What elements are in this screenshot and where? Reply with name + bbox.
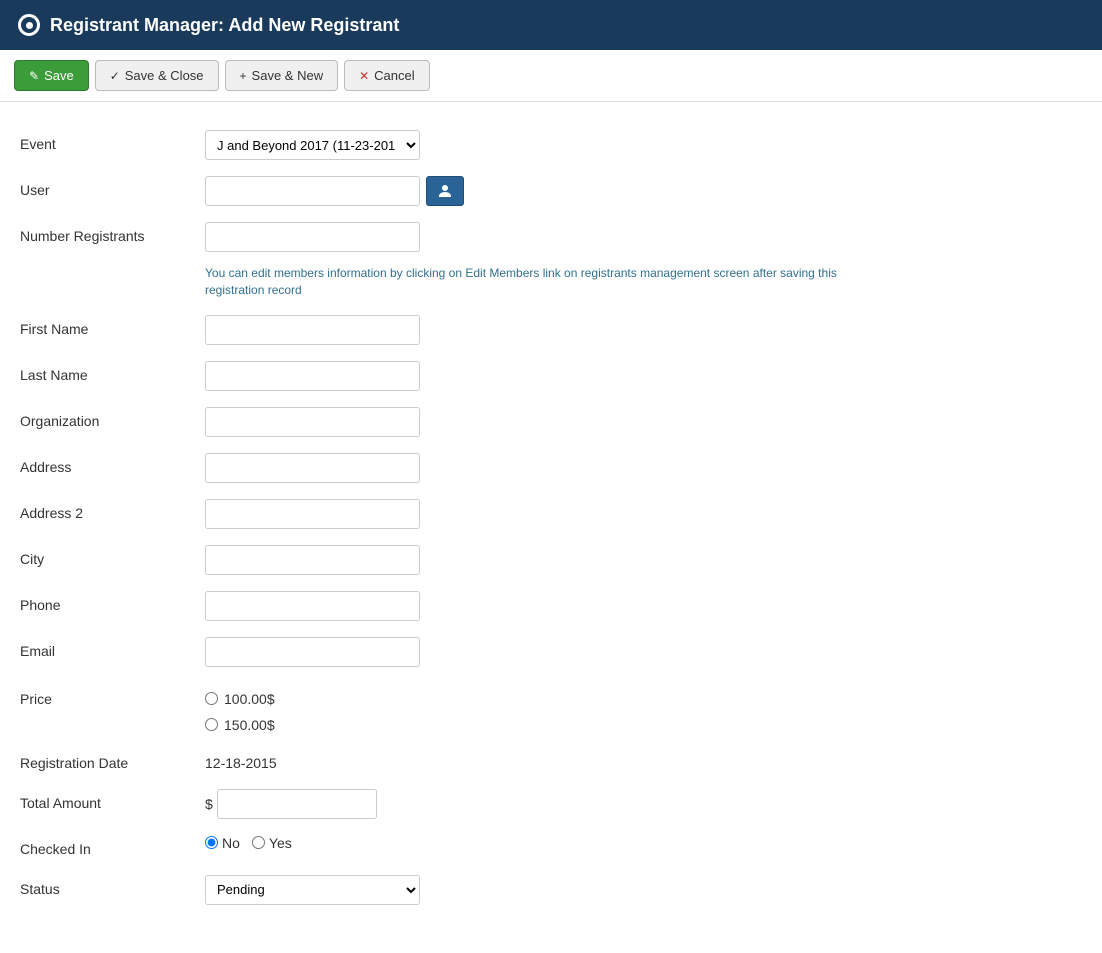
total-amount-row: Total Amount $: [20, 781, 1082, 827]
checked-in-field: No Yes: [205, 835, 1082, 851]
total-amount-label: Total Amount: [20, 789, 205, 811]
price-value-1: 100.00$: [224, 691, 275, 707]
first-name-label: First Name: [20, 315, 205, 337]
number-registrants-row: Number Registrants You can edit members …: [20, 214, 1082, 307]
event-row: Event J and Beyond 2017 (11-23-2015: [20, 122, 1082, 168]
organization-input[interactable]: [205, 407, 420, 437]
address2-label: Address 2: [20, 499, 205, 521]
price-option-2[interactable]: 150.00$: [205, 717, 275, 733]
last-name-input[interactable]: [205, 361, 420, 391]
page-title: Registrant Manager: Add New Registrant: [50, 15, 399, 36]
city-row: City: [20, 537, 1082, 583]
number-registrants-input[interactable]: [205, 222, 420, 252]
last-name-label: Last Name: [20, 361, 205, 383]
price-value-2: 150.00$: [224, 717, 275, 733]
save-button[interactable]: ✎ Save: [14, 60, 89, 91]
checked-in-no-label: No: [222, 835, 240, 851]
city-input[interactable]: [205, 545, 420, 575]
price-radio-1[interactable]: [205, 692, 218, 705]
number-registrants-field: You can edit members information by clic…: [205, 222, 1082, 299]
checked-in-yes-label: Yes: [269, 835, 292, 851]
organization-row: Organization: [20, 399, 1082, 445]
address-label: Address: [20, 453, 205, 475]
status-label: Status: [20, 875, 205, 897]
total-amount-input[interactable]: [217, 789, 377, 819]
price-option-1[interactable]: 100.00$: [205, 691, 275, 707]
user-row: User: [20, 168, 1082, 214]
last-name-row: Last Name: [20, 353, 1082, 399]
status-field: Pending: [205, 875, 1082, 905]
checked-in-yes-radio[interactable]: [252, 836, 265, 849]
address2-row: Address 2: [20, 491, 1082, 537]
user-field: [205, 176, 1082, 206]
user-label: User: [20, 176, 205, 198]
event-field: J and Beyond 2017 (11-23-2015: [205, 130, 1082, 160]
registration-date-field: 12-18-2015: [205, 749, 1082, 771]
price-radio-2[interactable]: [205, 718, 218, 731]
price-options: 100.00$ 150.00$: [205, 687, 275, 733]
checked-in-no[interactable]: No: [205, 835, 240, 851]
phone-field: [205, 591, 1082, 621]
number-registrants-label: Number Registrants: [20, 222, 205, 244]
save-icon: ✎: [29, 69, 39, 83]
address-field: [205, 453, 1082, 483]
phone-input[interactable]: [205, 591, 420, 621]
organization-label: Organization: [20, 407, 205, 429]
amount-row: $: [205, 789, 377, 819]
form-area: Event J and Beyond 2017 (11-23-2015 User…: [0, 102, 1102, 953]
last-name-field: [205, 361, 1082, 391]
price-label: Price: [20, 687, 205, 707]
dollar-sign: $: [205, 796, 213, 812]
checked-in-no-radio[interactable]: [205, 836, 218, 849]
email-row: Email: [20, 629, 1082, 675]
address2-field: [205, 499, 1082, 529]
checked-in-yes[interactable]: Yes: [252, 835, 292, 851]
app-icon: [18, 14, 40, 36]
address-row: Address: [20, 445, 1082, 491]
save-close-button[interactable]: ✓ Save & Close: [95, 60, 219, 91]
status-select[interactable]: Pending: [205, 875, 420, 905]
event-select[interactable]: J and Beyond 2017 (11-23-2015: [205, 130, 420, 160]
first-name-field: [205, 315, 1082, 345]
plus-icon: +: [240, 69, 247, 83]
city-label: City: [20, 545, 205, 567]
toolbar: ✎ Save ✓ Save & Close + Save & New ✕ Can…: [0, 50, 1102, 102]
first-name-row: First Name: [20, 307, 1082, 353]
title-bar: Registrant Manager: Add New Registrant: [0, 0, 1102, 50]
email-label: Email: [20, 637, 205, 659]
registration-date-value: 12-18-2015: [205, 749, 277, 771]
city-field: [205, 545, 1082, 575]
number-registrants-hint: You can edit members information by clic…: [205, 258, 865, 299]
cancel-icon: ✕: [359, 69, 369, 83]
address2-input[interactable]: [205, 499, 420, 529]
first-name-input[interactable]: [205, 315, 420, 345]
registration-date-label: Registration Date: [20, 749, 205, 771]
total-amount-field: $: [205, 789, 1082, 819]
save-new-button[interactable]: + Save & New: [225, 60, 339, 91]
check-icon: ✓: [110, 69, 120, 83]
user-select-button[interactable]: [426, 176, 464, 206]
organization-field: [205, 407, 1082, 437]
email-input[interactable]: [205, 637, 420, 667]
checked-in-row: Checked In No Yes: [20, 827, 1082, 867]
user-input[interactable]: [205, 176, 420, 206]
registration-date-row: Registration Date 12-18-2015: [20, 741, 1082, 781]
user-icon: [437, 183, 453, 199]
status-row: Status Pending: [20, 867, 1082, 913]
address-input[interactable]: [205, 453, 420, 483]
email-field: [205, 637, 1082, 667]
checked-in-options: No Yes: [205, 835, 292, 851]
price-row: Price 100.00$ 150.00$: [20, 675, 1082, 741]
phone-label: Phone: [20, 591, 205, 613]
event-label: Event: [20, 130, 205, 152]
price-field: 100.00$ 150.00$: [205, 687, 1082, 733]
checked-in-label: Checked In: [20, 835, 205, 857]
phone-row: Phone: [20, 583, 1082, 629]
cancel-button[interactable]: ✕ Cancel: [344, 60, 430, 91]
